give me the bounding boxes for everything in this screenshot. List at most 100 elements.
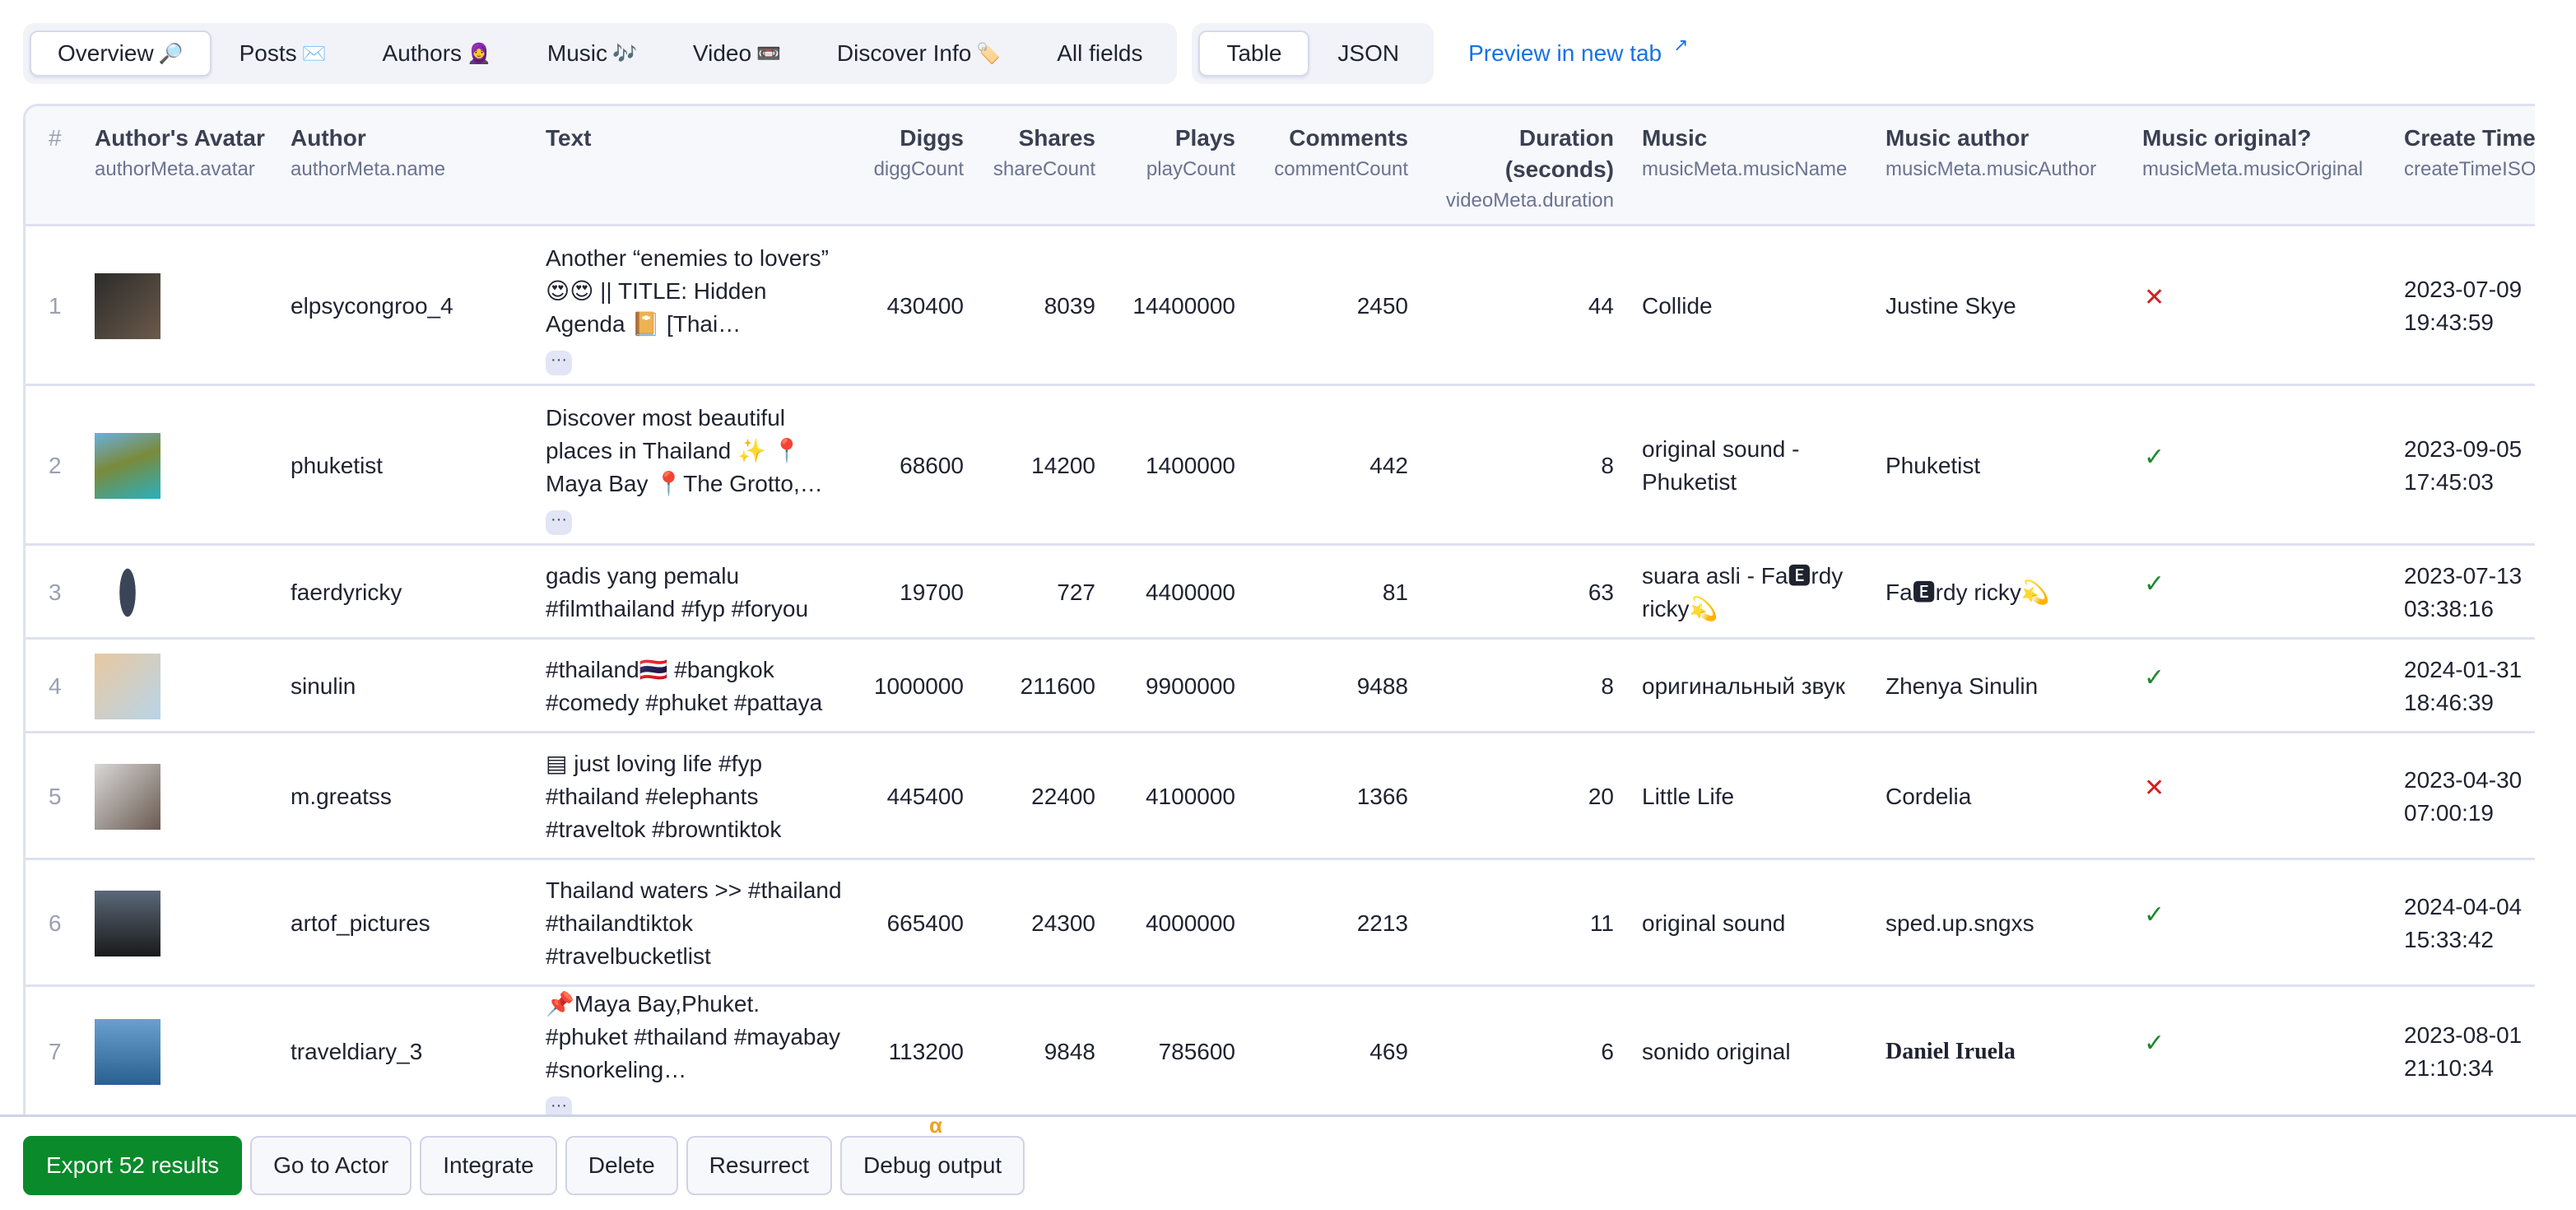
column-field-path: videoMeta.duration xyxy=(1445,189,1614,212)
column-header-index[interactable]: # xyxy=(49,123,81,154)
plays-count: 4400000 xyxy=(1145,579,1235,605)
author-avatar[interactable] xyxy=(95,273,160,339)
column-header-music-original[interactable]: Music original? musicMeta.musicOriginal xyxy=(2142,123,2389,185)
author-avatar[interactable] xyxy=(95,654,160,719)
author-avatar[interactable] xyxy=(95,560,160,626)
column-header-create-time[interactable]: Create Time createTimeISO xyxy=(2404,123,2535,185)
table-row[interactable]: 6 artof_pictures Thailand waters >> #thail… xyxy=(26,860,2535,987)
tab-video[interactable]: Video 📼 xyxy=(665,30,809,77)
table-row[interactable]: 1 elpsycongroo_4 Another “enemies to lover… xyxy=(26,226,2535,386)
view-tab-json[interactable]: JSON xyxy=(1309,30,1427,77)
column-header-author-s-avatar[interactable]: Author's Avatar authorMeta.avatar xyxy=(95,123,284,185)
create-date: 2023-07-13 xyxy=(2404,563,2523,589)
create-date: 2023-08-01 xyxy=(2404,1022,2523,1048)
diggs-count: 665400 xyxy=(886,910,964,936)
preview-link-label: Preview in new tab xyxy=(1468,40,1662,66)
tab-authors[interactable]: Authors 🧕 xyxy=(355,30,519,77)
post-text-content: gadis yang pemalu #filmthailand #fyp #fo… xyxy=(546,563,809,621)
table-row[interactable]: 3 faerdyricky gadis yang pemalu #filmthail… xyxy=(26,546,2535,640)
view-tab-table[interactable]: Table xyxy=(1198,30,1310,77)
create-clock: 18:46:39 xyxy=(2404,690,2494,715)
row-number: 2 xyxy=(49,453,62,478)
create-time: 2023-07-09 19:43:59 xyxy=(2404,273,2535,339)
plays-count: 1400000 xyxy=(1145,453,1235,478)
column-label: Plays xyxy=(1174,125,1235,151)
comments-count: 2450 xyxy=(1356,293,1408,319)
column-header-shares[interactable]: Shares shareCount xyxy=(972,123,1095,185)
create-date: 2024-01-31 xyxy=(2404,657,2523,682)
delete-button[interactable]: Delete xyxy=(565,1136,678,1195)
music-author: Fa🅴rdy ricky💫 xyxy=(1886,579,2050,605)
footer-divider xyxy=(0,1115,2576,1117)
column-header-author[interactable]: Author authorMeta.name xyxy=(291,123,513,185)
tab-overview[interactable]: Overview 🔎 xyxy=(30,30,212,77)
comments-count: 1366 xyxy=(1356,784,1408,809)
column-label: # xyxy=(49,125,62,151)
music-author: sped.up.sngxs xyxy=(1886,910,2034,936)
column-field-path: shareCount xyxy=(993,158,1095,180)
check-icon: ✓ xyxy=(2144,570,2165,598)
post-text-content: #thailand🇹🇭 #bangkok #comedy #phuket #pa… xyxy=(546,657,823,715)
diggs-count: 445400 xyxy=(886,784,964,809)
tab-discover-info[interactable]: Discover Info 🏷️ xyxy=(809,30,1029,77)
column-header-comments[interactable]: Comments commentCount xyxy=(1244,123,1408,185)
column-field-path: authorMeta.name xyxy=(291,158,446,180)
tab-all-fields[interactable]: All fields xyxy=(1029,30,1170,77)
row-number: 4 xyxy=(49,673,62,699)
column-header-plays[interactable]: Plays playCount xyxy=(1104,123,1235,185)
debug-output-button[interactable]: α Debug output xyxy=(840,1113,1025,1195)
expand-text-button[interactable]: ··· xyxy=(546,351,572,375)
check-icon: ✓ xyxy=(2144,664,2165,691)
tab-label: Discover Info xyxy=(836,40,972,66)
tab-music[interactable]: Music 🎶 xyxy=(519,30,665,77)
music-emoji-icon: 🎶 xyxy=(612,42,637,65)
music-name: sonido original xyxy=(1642,1039,1791,1064)
author-avatar[interactable] xyxy=(95,433,160,499)
author-avatar[interactable] xyxy=(95,1019,160,1085)
diggs-count: 430400 xyxy=(886,293,964,319)
music-author: Cordelia xyxy=(1886,784,1972,809)
column-header-duration-seconds[interactable]: Duration (seconds) videoMeta.duration xyxy=(1416,123,1614,216)
column-header-music[interactable]: Music musicMeta.musicName xyxy=(1642,123,1872,185)
table-row[interactable]: 7 traveldiary_3 📌Maya Bay,Phuket. #phuket … xyxy=(26,987,2535,1116)
diggs-count: 68600 xyxy=(900,453,964,478)
column-header-diggs[interactable]: Diggs diggCount xyxy=(840,123,964,185)
create-time: 2023-07-13 03:38:16 xyxy=(2404,560,2535,626)
create-clock: 19:43:59 xyxy=(2404,309,2494,335)
music-name: original sound xyxy=(1642,910,1786,936)
column-header-music-author[interactable]: Music author musicMeta.musicAuthor xyxy=(1886,123,2132,185)
table-row[interactable]: 2 phuketist Discover most beautiful places… xyxy=(26,386,2535,546)
action-bar: Export 52 results Go to Actor Integrate … xyxy=(23,1113,1025,1195)
column-field-path: createTimeISO xyxy=(2404,158,2535,180)
post-text: Thailand waters >> #thailand #thailandti… xyxy=(546,874,842,973)
music-name: suara asli - Fa🅴rdy ricky💫 xyxy=(1642,563,1844,621)
table-header: # Author's Avatar authorMeta.avatar Author a… xyxy=(26,106,2535,226)
shares-count: 24300 xyxy=(1031,910,1095,936)
export-results-button[interactable]: Export 52 results xyxy=(23,1136,243,1195)
post-text-content: 📌Maya Bay,Phuket. #phuket #thailand #may… xyxy=(546,991,841,1082)
expand-text-button[interactable]: ··· xyxy=(546,510,572,535)
column-field-path: musicMeta.musicOriginal xyxy=(2142,158,2364,180)
post-text: ▤ just loving life #fyp #thailand #eleph… xyxy=(546,747,842,846)
toolbar: Overview 🔎 Posts ✉️ Authors 🧕 Music 🎶 Video 📼 Disc… xyxy=(23,23,1689,84)
go-to-actor-button[interactable]: Go to Actor xyxy=(250,1136,412,1195)
row-number: 3 xyxy=(49,579,62,605)
plays-count: 14400000 xyxy=(1132,293,1235,319)
create-date: 2023-07-09 xyxy=(2404,277,2523,302)
create-date: 2023-04-30 xyxy=(2404,767,2523,793)
table-row[interactable]: 5 m.greatss ▤ just loving life #fyp #thail… xyxy=(26,733,2535,860)
tab-label: Posts xyxy=(239,40,297,66)
author-avatar[interactable] xyxy=(95,764,160,830)
column-field-path: playCount xyxy=(1146,158,1235,180)
create-clock: 03:38:16 xyxy=(2404,596,2494,621)
table-row[interactable]: 4 sinulin #thailand🇹🇭 #bangkok #comedy #ph… xyxy=(26,640,2535,733)
expand-text-button[interactable]: ··· xyxy=(546,1096,572,1116)
preview-in-new-tab-link[interactable]: Preview in new tab ↗ xyxy=(1468,35,1688,67)
post-text: Another “enemies to lovers” 😍😍 || TITLE:… xyxy=(546,242,842,375)
column-header-text[interactable]: Text xyxy=(546,123,793,154)
check-icon: ✓ xyxy=(2144,1030,2165,1057)
tab-posts[interactable]: Posts ✉️ xyxy=(212,30,355,77)
resurrect-button[interactable]: Resurrect xyxy=(686,1136,833,1195)
author-avatar[interactable] xyxy=(95,891,160,956)
integrate-button[interactable]: Integrate xyxy=(420,1136,557,1195)
